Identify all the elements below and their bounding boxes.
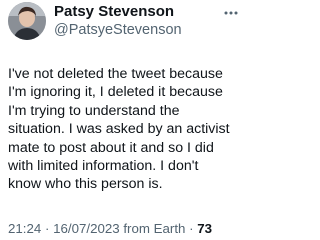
tweet-line: situation. I was asked by an activist [8, 121, 230, 138]
tweet-date[interactable]: 16/07/2023 [53, 221, 120, 236]
meta-separator: · [41, 221, 54, 236]
view-count[interactable]: 73 [197, 221, 212, 236]
author-handle[interactable]: @PatsyeStevenson [54, 22, 182, 38]
more-options-icon[interactable] [224, 6, 238, 18]
tweet-line: I'm trying to understand the [8, 102, 180, 119]
tweet-meta: 21:24 · 16/07/2023 from Earth · 73 [8, 221, 212, 236]
tweet-line: know who this person is. [8, 176, 163, 193]
tweet-time[interactable]: 21:24 [8, 221, 41, 236]
meta-separator: · [185, 221, 198, 236]
avatar[interactable] [8, 2, 46, 40]
tweet-line: mate to post about it and so I did [8, 139, 214, 156]
tweet-line: I've not deleted the tweet because [8, 66, 223, 82]
tweet-source: from Earth [119, 221, 186, 236]
author-name[interactable]: Patsy Stevenson [54, 3, 174, 20]
tweet-line: with limited information. I don't [8, 158, 199, 175]
tweet-line: I'm ignoring it, I deleted it because [8, 84, 223, 101]
tweet-text: I've not deleted the tweet because I'm i… [8, 65, 240, 194]
tweet: Patsy Stevenson @PatsyeStevenson I've no… [0, 0, 244, 240]
